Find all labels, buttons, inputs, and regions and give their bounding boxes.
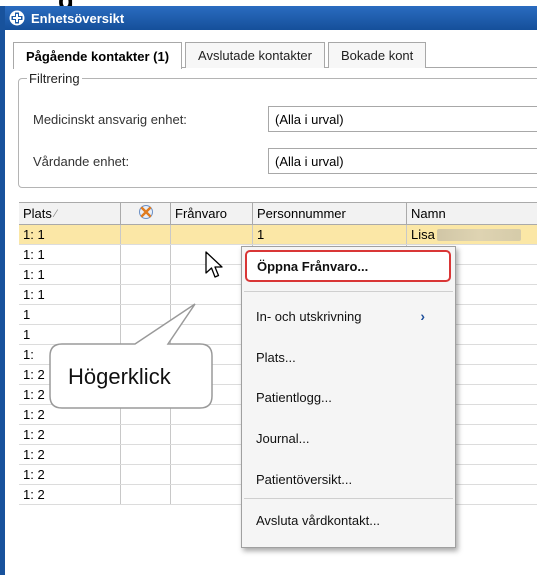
filter-row-vardande-enhet: Vårdande enhet: (Alla i urval) xyxy=(19,148,537,174)
menu-item-avsluta-vardkontakt[interactable]: Avsluta vårdkontakt... xyxy=(242,507,455,533)
table-cell xyxy=(121,485,171,504)
table-cell: 1: 2 xyxy=(19,485,121,504)
table-cell xyxy=(121,265,171,284)
cell-text: 1 xyxy=(257,227,265,242)
plus-cross-icon xyxy=(9,10,25,26)
menu-item-oppna-franvaro[interactable]: Öppna Frånvaro... xyxy=(245,250,451,282)
filter-label: Medicinskt ansvarig enhet: xyxy=(33,111,187,127)
context-menu: Öppna Frånvaro... In- och utskrivning › … xyxy=(241,246,456,548)
menu-item-patientlogg[interactable]: Patientlogg... xyxy=(242,384,455,410)
menu-item-journal[interactable]: Journal... xyxy=(242,425,455,451)
cell-text: 1: 2 xyxy=(23,467,45,482)
table-cell xyxy=(171,225,253,244)
medicinskt-ansvarig-enhet-select[interactable]: (Alla i urval) xyxy=(268,106,537,132)
menu-item-plats[interactable]: Plats... xyxy=(242,344,455,370)
filter-label: Vårdande enhet: xyxy=(33,153,130,169)
tab-bokade-kontakter[interactable]: Bokade kont xyxy=(328,42,427,68)
menu-item-label: Öppna Frånvaro... xyxy=(257,258,369,274)
window-title: Enhetsöversikt xyxy=(31,10,125,26)
menu-separator xyxy=(244,291,453,292)
menu-item-label: Avsluta vårdkontakt... xyxy=(256,512,381,528)
table-cell: 1: 1 xyxy=(19,265,121,284)
tab-avslutade-kontakter[interactable]: Avslutade kontakter xyxy=(185,42,325,68)
vardande-enhet-select[interactable]: (Alla i urval) xyxy=(268,148,537,174)
filter-legend: Filtrering xyxy=(27,71,82,86)
chevron-right-icon: › xyxy=(420,308,425,324)
mouse-pointer-icon xyxy=(204,250,226,283)
column-header-namn[interactable]: Namn xyxy=(407,203,537,224)
cell-text: 1: 2 xyxy=(23,427,45,442)
app-window: Enhetsöversikt Pågående kontakter (1) Av… xyxy=(0,6,537,575)
table-cell xyxy=(121,225,171,244)
table-cell xyxy=(121,465,171,484)
title-bar: Enhetsöversikt xyxy=(5,6,537,30)
cell-text: 1: 1 xyxy=(23,287,45,302)
table-cell: 1 xyxy=(253,225,407,244)
grid-header: Plats ⁄ Frånvaro Personnummer Namn xyxy=(19,203,537,225)
table-cell xyxy=(121,245,171,264)
cell-text: 1 xyxy=(23,307,31,322)
menu-item-in-och-utskrivning[interactable]: In- och utskrivning › xyxy=(242,303,455,329)
column-header-cancel[interactable] xyxy=(121,203,171,224)
cell-text: 1: 1 xyxy=(23,267,45,282)
table-cell: Lisa xyxy=(407,225,537,244)
column-header-label: Plats xyxy=(23,206,52,221)
menu-item-label: Plats... xyxy=(256,349,296,365)
menu-item-label: Patientlogg... xyxy=(256,389,332,405)
menu-item-label: In- och utskrivning xyxy=(256,308,362,324)
filter-group: Filtrering Medicinskt ansvarig enhet: (A… xyxy=(18,71,537,188)
column-header-franvaro[interactable]: Frånvaro xyxy=(171,203,253,224)
tab-pagaende-kontakter[interactable]: Pågående kontakter (1) xyxy=(13,42,183,69)
menu-item-label: Journal... xyxy=(256,430,310,446)
cell-text: 1: 1 xyxy=(23,247,45,262)
cell-text: 1: 2 xyxy=(23,447,45,462)
menu-separator xyxy=(244,498,453,499)
table-cell: 1: 2 xyxy=(19,465,121,484)
column-header-personnummer[interactable]: Personnummer xyxy=(253,203,407,224)
menu-item-patientoversikt[interactable]: Patientöversikt... xyxy=(242,466,455,492)
callout-text: Högerklick xyxy=(68,364,171,389)
table-cell xyxy=(121,425,171,444)
table-cell xyxy=(121,445,171,464)
menu-item-label: Patientöversikt... xyxy=(256,471,353,487)
cell-text: 1: 1 xyxy=(23,227,45,242)
sort-indicator-icon: ⁄ xyxy=(54,207,57,220)
cell-text: Lisa xyxy=(411,227,435,242)
column-header-plats[interactable]: Plats ⁄ xyxy=(19,203,121,224)
redacted-name-blur xyxy=(436,228,521,241)
table-row[interactable]: 1: 1 1 Lisa xyxy=(19,225,537,245)
tab-strip: Pågående kontakter (1) Avslutade kontakt… xyxy=(13,42,537,69)
filter-row-medicinskt-ansvarig: Medicinskt ansvarig enhet: (Alla i urval… xyxy=(19,106,537,132)
cell-text: 1: 2 xyxy=(23,487,45,502)
cancel-x-icon xyxy=(138,204,154,223)
table-cell: 1: 2 xyxy=(19,445,121,464)
table-cell: 1: 1 xyxy=(19,225,121,244)
cell-text: 1 xyxy=(23,327,31,342)
table-cell: 1: 1 xyxy=(19,245,121,264)
cell-text: 1: xyxy=(23,347,34,362)
table-cell: 1: 2 xyxy=(19,425,121,444)
